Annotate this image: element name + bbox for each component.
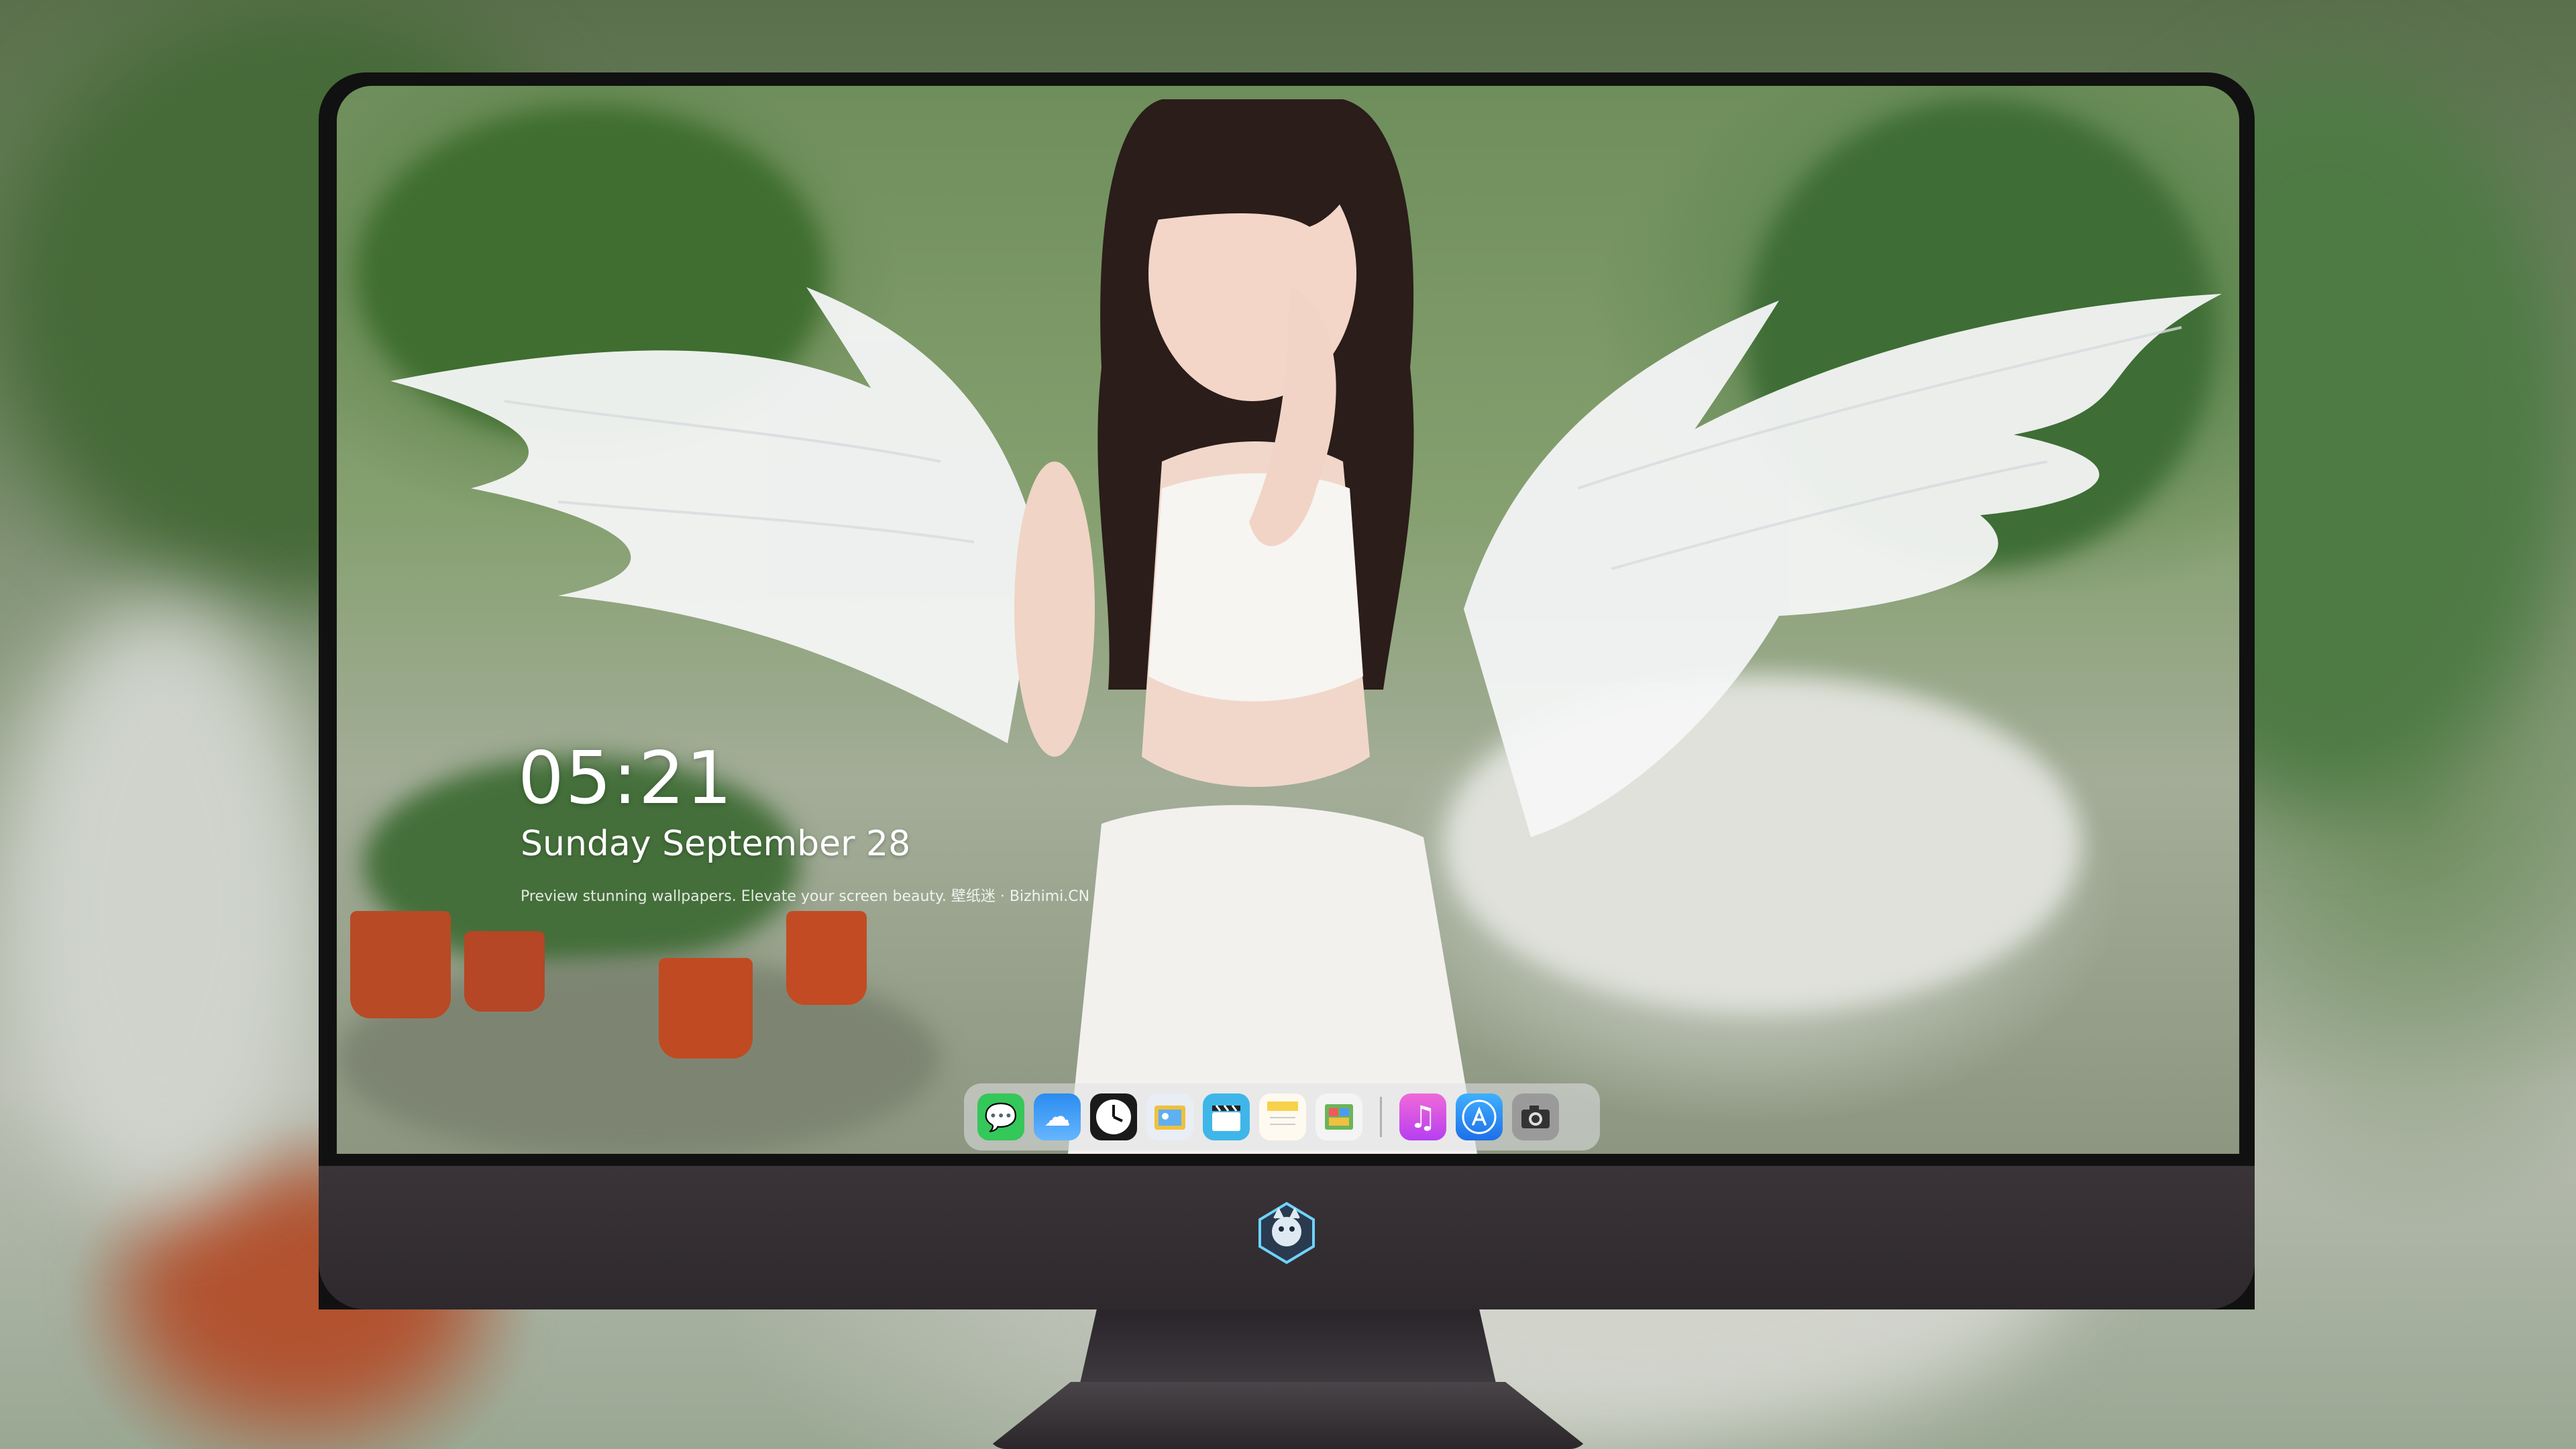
dock: 💬 ☁ ♫ xyxy=(964,1083,1600,1150)
monitor-stand-neck xyxy=(1080,1309,1496,1383)
notes-icon[interactable] xyxy=(1259,1093,1306,1140)
dock-separator xyxy=(1380,1097,1382,1137)
lockscreen-clock: 05:21 xyxy=(518,737,734,820)
brand-logo-icon xyxy=(1254,1201,1319,1265)
preview-icon[interactable] xyxy=(1146,1093,1193,1140)
wallpaper-tagline: Preview stunning wallpapers. Elevate you… xyxy=(521,888,1090,905)
clock-icon[interactable] xyxy=(1090,1093,1137,1140)
monitor-stand-foot xyxy=(986,1382,1590,1449)
video-editor-icon[interactable] xyxy=(1203,1093,1250,1140)
app-store-icon[interactable] xyxy=(1456,1093,1503,1140)
lockscreen-date: Sunday September 28 xyxy=(521,824,911,864)
weather-icon[interactable]: ☁ xyxy=(1034,1093,1081,1140)
wallpaper xyxy=(337,86,2239,1154)
messages-icon[interactable]: 💬 xyxy=(977,1093,1024,1140)
screen: 05:21 Sunday September 28 Preview stunni… xyxy=(337,86,2239,1154)
camera-icon[interactable] xyxy=(1512,1093,1559,1140)
portrait-figure xyxy=(1014,99,1477,1154)
music-icon[interactable]: ♫ xyxy=(1399,1093,1446,1140)
photos-icon[interactable] xyxy=(1316,1093,1362,1140)
